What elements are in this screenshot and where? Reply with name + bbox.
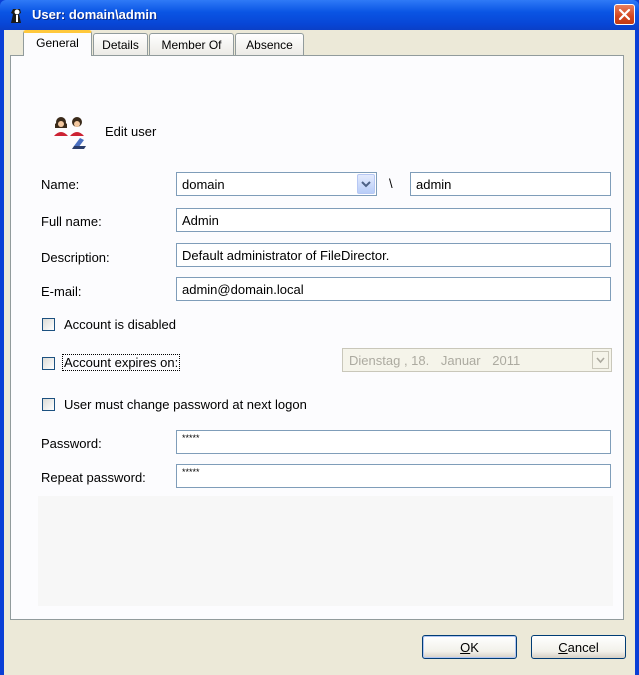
users-edit-icon: [52, 116, 92, 150]
domain-separator: \: [389, 176, 393, 191]
description-value: Default administrator of FileDirector.: [182, 248, 390, 263]
username-value: admin: [416, 177, 452, 192]
password-field[interactable]: *****: [176, 430, 611, 454]
ok-button[interactable]: OK: [422, 635, 517, 659]
domain-value: domain: [182, 177, 225, 192]
cancel-mnemonic: C: [558, 640, 568, 655]
empty-content-area: [38, 496, 613, 606]
must-change-password-label[interactable]: User must change password at next logon: [64, 397, 307, 412]
account-expires-label[interactable]: Account expires on:: [61, 354, 181, 371]
repeat-password-label: Repeat password:: [41, 470, 146, 485]
account-disabled-label[interactable]: Account is disabled: [64, 317, 176, 332]
expiry-day: , 18.: [403, 353, 430, 368]
must-change-password-checkbox[interactable]: [42, 398, 55, 411]
username-field[interactable]: admin: [410, 172, 611, 196]
email-value: admin@domain.local: [182, 282, 304, 297]
expiry-year: 2011: [492, 353, 521, 368]
chevron-down-icon[interactable]: [357, 174, 375, 194]
repeat-password-value: *****: [182, 467, 200, 477]
account-expires-checkbox[interactable]: [42, 357, 55, 370]
calendar-dropdown-icon[interactable]: [592, 351, 609, 369]
fullname-field[interactable]: Admin: [176, 208, 611, 232]
fullname-label: Full name:: [41, 214, 102, 229]
description-label: Description:: [41, 250, 110, 265]
expiry-date-picker[interactable]: Dienstag , 18. Januar 2011: [342, 348, 612, 372]
repeat-password-field[interactable]: *****: [176, 464, 611, 488]
description-field[interactable]: Default administrator of FileDirector.: [176, 243, 611, 267]
ok-mnemonic: O: [460, 640, 471, 655]
expiry-month: Januar: [440, 353, 481, 368]
cancel-label: ancel: [567, 640, 599, 655]
expiry-weekday: Dienstag: [349, 353, 401, 368]
ok-label: K: [470, 640, 479, 655]
email-field[interactable]: admin@domain.local: [176, 277, 611, 301]
password-value: *****: [182, 433, 200, 443]
fullname-value: Admin: [182, 213, 219, 228]
account-disabled-checkbox[interactable]: [42, 318, 55, 331]
email-label: E-mail:: [41, 284, 82, 299]
password-label: Password:: [41, 436, 102, 451]
name-label: Name:: [41, 177, 80, 192]
domain-combo[interactable]: domain: [176, 172, 377, 196]
cancel-button[interactable]: Cancel: [531, 635, 626, 659]
edit-user-heading: Edit user: [105, 124, 157, 139]
